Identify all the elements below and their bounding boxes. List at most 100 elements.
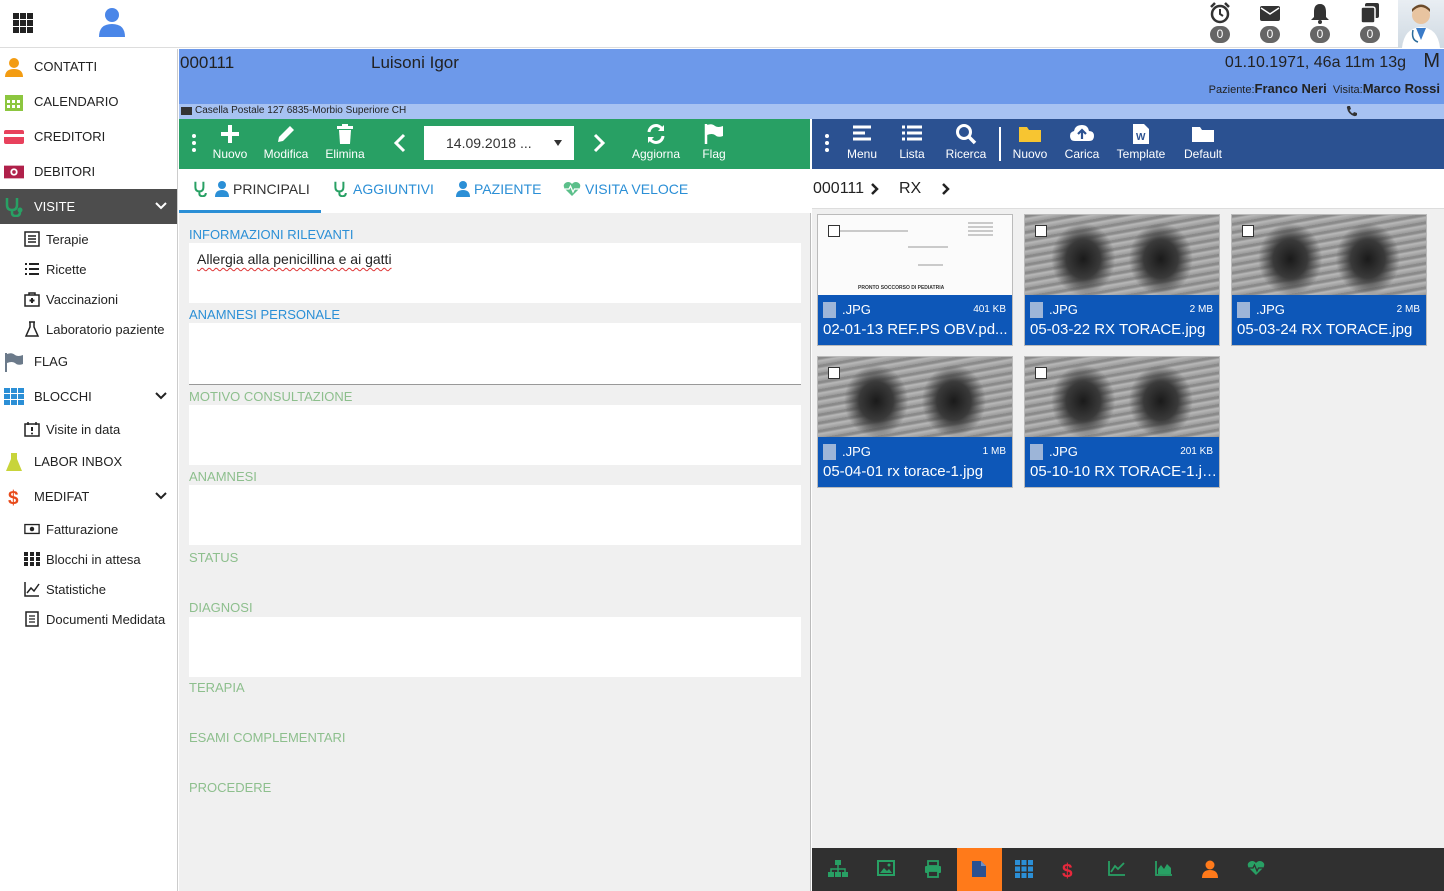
file-card[interactable]: PRONTO SOCCORSO DI PEDIATRIA .JPG 401 KB…: [817, 214, 1013, 346]
bottom-bar-billing-button[interactable]: $: [1047, 848, 1092, 891]
template-button[interactable]: W Template: [1114, 123, 1168, 161]
sidebar-subitem-blocchi-in-attesa[interactable]: Blocchi in attesa: [0, 544, 177, 574]
upload-button[interactable]: Carica: [1062, 123, 1102, 161]
file-thumbnail: [1232, 215, 1426, 295]
sidebar-subitem-ricette[interactable]: Ricette: [0, 254, 177, 284]
visit-toolbar: Nuovo Modifica Elimina 14.09.2018 ... Ag…: [179, 119, 810, 169]
breadcrumb-item-rx[interactable]: RX: [899, 180, 921, 198]
sidebar-item-label: CREDITORI: [34, 129, 106, 144]
file-thumbnail: [818, 357, 1012, 437]
sidebar-item-flag[interactable]: FLAG: [0, 344, 177, 379]
edit-button-label: Modifica: [263, 147, 309, 161]
user-profile-icon[interactable]: [98, 7, 126, 37]
bottom-bar-quick-visit-button[interactable]: [1233, 848, 1278, 891]
sidebar-subitem-fatturazione[interactable]: Fatturazione: [0, 514, 177, 544]
sidebar-item-labor-inbox[interactable]: LABOR INBOX: [0, 444, 177, 479]
sidebar-subitem-laboratorio[interactable]: Laboratorio paziente: [0, 314, 177, 344]
sidebar-subitem-vaccinazioni[interactable]: Vaccinazioni: [0, 284, 177, 314]
file-select-checkbox[interactable]: [828, 225, 840, 237]
mail-notification[interactable]: 0: [1258, 2, 1282, 44]
stethoscope-icon: [334, 181, 347, 197]
refresh-button[interactable]: Aggiorna: [630, 123, 682, 161]
patient-dob-age: 01.10.1971, 46a 11m 13g: [1224, 54, 1406, 71]
flag-icon: [5, 353, 23, 372]
bottom-bar-area-chart-button[interactable]: [1141, 848, 1186, 891]
file-card[interactable]: .JPG 201 KB 05-10-10 RX TORACE-1.jpg: [1024, 356, 1220, 488]
informazioni-rilevanti-field[interactable]: Allergia alla penicillina e ai gatti: [189, 243, 801, 303]
patient-name: Luisoni Igor: [371, 53, 459, 72]
visit-date-select[interactable]: 14.09.2018 ...: [424, 126, 574, 160]
sidebar-subitem-statistiche[interactable]: Statistiche: [0, 574, 177, 604]
sidebar-item-label: LABOR INBOX: [34, 454, 123, 469]
more-vertical-icon[interactable]: [192, 134, 196, 155]
sidebar-item-contatti[interactable]: CONTATTI: [0, 49, 177, 84]
bottom-bar-statistics-button[interactable]: [1094, 848, 1139, 891]
delete-button[interactable]: Elimina: [322, 123, 368, 161]
search-button[interactable]: Ricerca: [943, 123, 989, 161]
bottom-bar-grid-button[interactable]: [1001, 848, 1046, 891]
user-icon: [456, 181, 470, 197]
previous-date-arrow-icon[interactable]: [393, 133, 407, 153]
visit-tabs: PRINCIPALI AGGIUNTIVI PAZIENTE VISITA VE…: [179, 169, 810, 213]
breadcrumb-item-patient[interactable]: 000111: [813, 180, 864, 198]
file-select-checkbox[interactable]: [828, 367, 840, 379]
alarm-notification[interactable]: 0: [1208, 2, 1232, 44]
edit-button[interactable]: Modifica: [261, 123, 311, 161]
address-bar: Casella Postale 127 6835-Morbio Superior…: [179, 104, 1444, 119]
tab-paziente[interactable]: PAZIENTE: [454, 169, 541, 213]
list-button[interactable]: Lista: [898, 123, 926, 161]
file-extension: .JPG: [1256, 302, 1285, 317]
bottom-bar-image-button[interactable]: [863, 848, 908, 891]
new-folder-button[interactable]: Nuovo: [1011, 123, 1049, 161]
pencil-icon: [278, 126, 294, 142]
sidebar-item-creditori[interactable]: CREDITORI: [0, 119, 177, 154]
bottom-bar-contacts-button[interactable]: [1188, 848, 1233, 891]
bottom-bar-sitemap-button[interactable]: [814, 848, 859, 891]
file-card[interactable]: .JPG 1 MB 05-04-01 rx torace-1.jpg: [817, 356, 1013, 488]
patient-doctors: Paziente:Franco Neri Visita:Marco Rossi: [1209, 81, 1440, 96]
motivo-consultazione-field[interactable]: [189, 405, 801, 465]
image-file-icon: [1030, 302, 1043, 318]
diagnosi-field[interactable]: [189, 617, 801, 677]
file-select-checkbox[interactable]: [1035, 225, 1047, 237]
chevron-down-icon[interactable]: [155, 200, 167, 212]
tab-principali[interactable]: PRINCIPALI: [179, 169, 321, 213]
sidebar-subitem-visite-in-data[interactable]: Visite in data: [0, 414, 177, 444]
phone-icon[interactable]: [1346, 105, 1358, 117]
file-card[interactable]: .JPG 2 MB 05-03-24 RX TORACE.jpg: [1231, 214, 1427, 346]
bell-notification[interactable]: 0: [1308, 2, 1332, 44]
doctor-avatar[interactable]: [1398, 0, 1444, 48]
menu-button[interactable]: Menu: [845, 123, 879, 161]
sidebar-item-medifat[interactable]: $ MEDIFAT: [0, 479, 177, 514]
file-select-checkbox[interactable]: [1035, 367, 1047, 379]
flag-button[interactable]: Flag: [699, 123, 729, 161]
file-select-checkbox[interactable]: [1242, 225, 1254, 237]
chevron-down-icon[interactable]: [155, 390, 167, 402]
new-button[interactable]: Nuovo: [209, 123, 251, 161]
menu-icon: [853, 125, 871, 141]
default-folder-button[interactable]: Default: [1181, 123, 1225, 161]
copy-notification[interactable]: 0: [1358, 2, 1382, 44]
sidebar-item-calendario[interactable]: CALENDARIO: [0, 84, 177, 119]
sidebar-item-visite[interactable]: VISITE: [0, 189, 177, 224]
tab-aggiuntivi[interactable]: AGGIUNTIVI: [331, 169, 434, 213]
sidebar-item-debitori[interactable]: DEBITORI: [0, 154, 177, 189]
sidebar-item-blocchi[interactable]: BLOCCHI: [0, 379, 177, 414]
more-vertical-icon[interactable]: [825, 134, 829, 155]
informazioni-rilevanti-label: INFORMAZIONI RILEVANTI: [189, 227, 354, 242]
anamnesi-personale-label: ANAMNESI PERSONALE: [189, 307, 340, 322]
next-date-arrow-icon[interactable]: [592, 133, 606, 153]
chevron-down-icon[interactable]: [155, 490, 167, 502]
refresh-button-label: Aggiorna: [631, 147, 681, 161]
apps-grid-icon[interactable]: [13, 13, 33, 33]
file-card[interactable]: .JPG 2 MB 05-03-22 RX TORACE.jpg: [1024, 214, 1220, 346]
tab-visita-veloce[interactable]: VISITA VELOCE: [563, 169, 688, 213]
sidebar-subitem-documenti-medidata[interactable]: Documenti Medidata: [0, 604, 177, 634]
bottom-bar-print-button[interactable]: [910, 848, 955, 891]
anamnesi-personale-field[interactable]: [189, 323, 801, 385]
sidebar-item-label: FLAG: [34, 354, 68, 369]
file-icon: [972, 861, 986, 877]
bottom-bar-file-button[interactable]: [957, 848, 1002, 891]
anamnesi-field[interactable]: [189, 485, 801, 545]
sidebar-subitem-terapie[interactable]: Terapie: [0, 224, 177, 254]
